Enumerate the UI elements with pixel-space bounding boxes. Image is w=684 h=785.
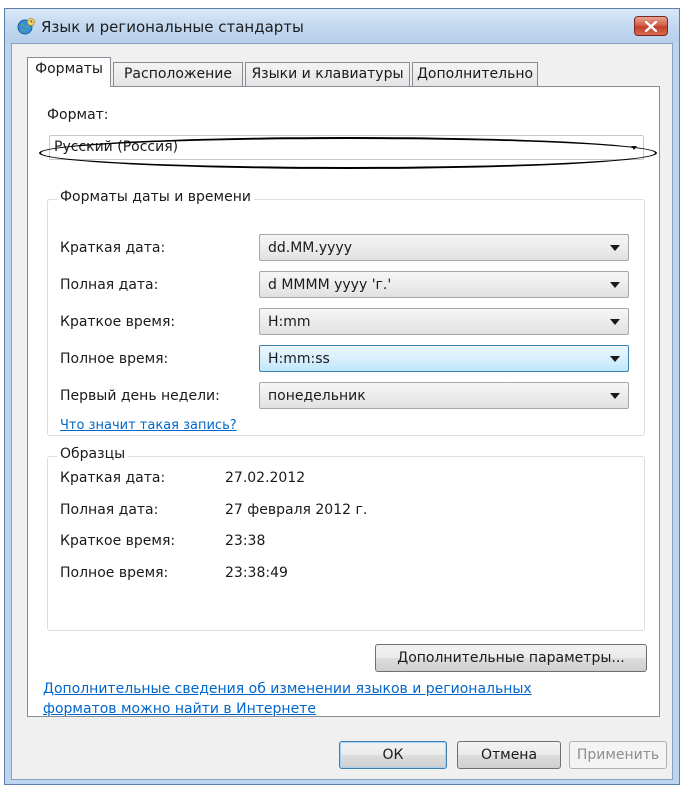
- tab-advanced[interactable]: Дополнительно: [412, 62, 538, 86]
- sample-short-time-value: 23:38: [225, 533, 266, 549]
- tab-advanced-label: Дополнительно: [416, 66, 534, 82]
- first-day-label: Первый день недели:: [60, 388, 220, 404]
- info-link-line1[interactable]: Дополнительные сведения об изменении язы…: [43, 681, 532, 697]
- sample-long-date-label: Полная дата:: [60, 502, 159, 518]
- long-time-label: Полное время:: [60, 351, 169, 367]
- close-button[interactable]: [634, 16, 668, 36]
- window-title: Язык и региональные стандарты: [41, 18, 304, 36]
- samples-title: Образцы: [57, 446, 129, 462]
- short-time-label: Краткое время:: [60, 314, 176, 330]
- chevron-down-icon: [610, 282, 620, 288]
- tab-location-label: Расположение: [123, 66, 233, 82]
- dialog-window: Язык и региональные стандарты Форматы Ра…: [4, 8, 680, 785]
- short-time-value: H:mm: [268, 314, 311, 330]
- chevron-down-icon: [610, 393, 620, 399]
- long-time-select[interactable]: H:mm:ss: [259, 345, 629, 372]
- sample-short-date-label: Краткая дата:: [60, 470, 166, 486]
- title-bar[interactable]: Язык и региональные стандарты: [5, 9, 679, 43]
- short-time-select[interactable]: H:mm: [259, 308, 629, 335]
- tab-formats[interactable]: Форматы: [27, 57, 111, 87]
- chevron-down-icon: [631, 146, 637, 150]
- additional-settings-label: Дополнительные параметры...: [397, 650, 625, 666]
- format-select-value: Русский (Россия): [54, 139, 179, 155]
- ok-button[interactable]: ОК: [339, 741, 447, 769]
- tab-location[interactable]: Расположение: [113, 62, 243, 86]
- datetime-formats-title: Форматы даты и времени: [57, 189, 254, 205]
- additional-settings-button[interactable]: Дополнительные параметры...: [375, 644, 647, 672]
- formats-tab-panel: Формат: Русский (Россия) Форматы даты и …: [27, 86, 660, 717]
- sample-short-time-label: Краткое время:: [60, 533, 176, 549]
- long-date-select[interactable]: d MMMM yyyy 'г.': [259, 271, 629, 298]
- tab-languages-keyboards-label: Языки и клавиатуры: [251, 66, 404, 82]
- sample-long-date-value: 27 февраля 2012 г.: [225, 502, 368, 518]
- sample-short-date-value: 27.02.2012: [225, 470, 306, 486]
- long-time-value: H:mm:ss: [268, 351, 330, 367]
- chevron-down-icon: [610, 356, 620, 362]
- first-day-value: понедельник: [268, 388, 366, 404]
- short-date-label: Краткая дата:: [60, 240, 166, 256]
- ok-label: ОК: [382, 747, 404, 763]
- chevron-down-icon: [610, 319, 620, 325]
- apply-label: Применить: [576, 747, 660, 763]
- dialog-client-area: Форматы Расположение Языки и клавиатуры …: [11, 43, 673, 780]
- long-date-value: d MMMM yyyy 'г.': [268, 277, 392, 293]
- long-date-label: Полная дата:: [60, 277, 159, 293]
- info-link-line2[interactable]: форматов можно найти в Интернете: [43, 701, 316, 717]
- first-day-select[interactable]: понедельник: [259, 382, 629, 409]
- format-select[interactable]: Русский (Россия): [49, 135, 644, 160]
- short-date-value: dd.MM.yyyy: [268, 240, 352, 256]
- apply-button[interactable]: Применить: [569, 741, 667, 769]
- sample-long-time-value: 23:38:49: [225, 565, 288, 581]
- short-date-select[interactable]: dd.MM.yyyy: [259, 234, 629, 261]
- format-help-link[interactable]: Что значит такая запись?: [60, 418, 237, 433]
- tab-formats-label: Форматы: [35, 61, 103, 77]
- chevron-down-icon: [610, 245, 620, 251]
- sample-long-time-label: Полное время:: [60, 565, 169, 581]
- globe-clock-icon: [17, 18, 35, 36]
- tab-languages-keyboards[interactable]: Языки и клавиатуры: [245, 62, 410, 86]
- cancel-button[interactable]: Отмена: [457, 741, 561, 769]
- format-label: Формат:: [47, 107, 109, 123]
- close-icon: [645, 20, 657, 32]
- cancel-label: Отмена: [480, 747, 538, 763]
